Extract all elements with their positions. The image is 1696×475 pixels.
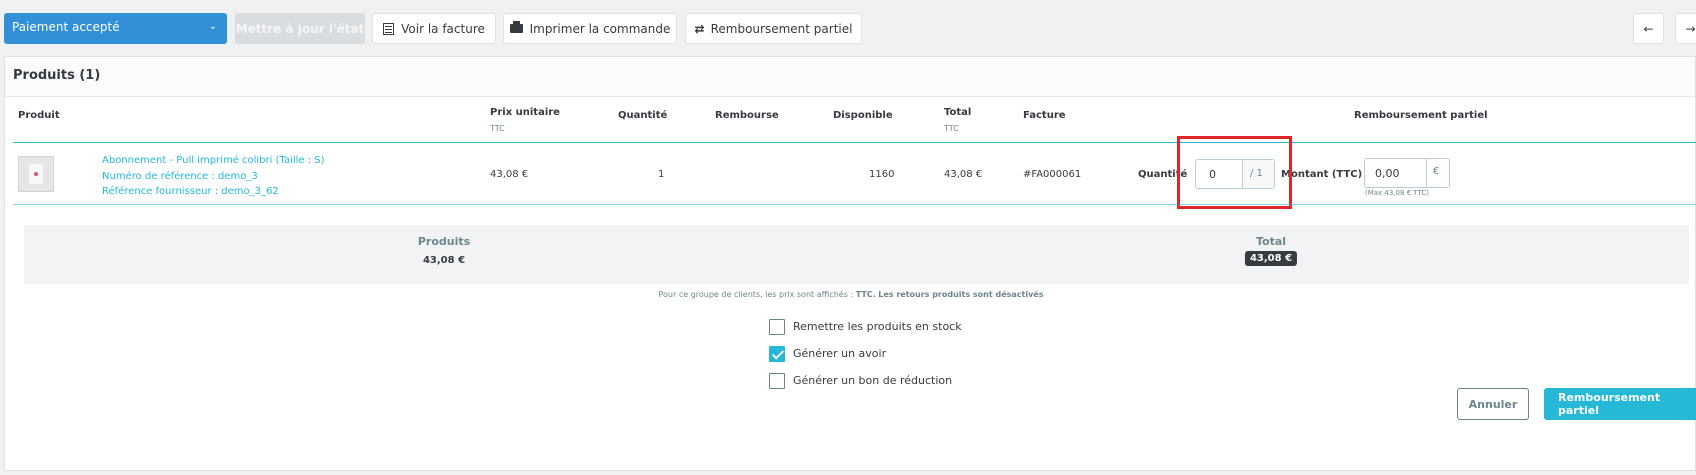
voucher-checkbox[interactable] bbox=[769, 372, 785, 389]
swap-icon: ⇄ bbox=[694, 21, 705, 36]
arrow-right-icon: → bbox=[1685, 21, 1696, 36]
partial-refund-submit-button[interactable]: Remboursement partiel bbox=[1544, 388, 1696, 420]
row-unit-price: 43,08 € bbox=[490, 169, 529, 180]
products-card-title: Produits (1) bbox=[5, 57, 1695, 97]
partial-refund-toolbar-button[interactable]: ⇄ Remboursement partiel bbox=[685, 13, 862, 44]
row-invoice: #FA000061 bbox=[1023, 169, 1082, 180]
restock-label: Remettre les produits en stock bbox=[793, 320, 962, 333]
document-icon bbox=[383, 22, 395, 35]
tax-note-prefix: Pour ce groupe de clients, les prix sont… bbox=[658, 290, 856, 299]
col-unit-price: Prix unitaire TTC bbox=[490, 107, 560, 133]
highlight-box bbox=[1177, 136, 1292, 209]
products-total-value: 43,08 € bbox=[422, 255, 466, 266]
option-voucher[interactable]: Générer un bon de réduction bbox=[769, 367, 962, 394]
status-select-value: Paiement accepté bbox=[12, 20, 120, 34]
option-credit-slip[interactable]: Générer un avoir bbox=[769, 340, 962, 367]
tax-note-returns: Les retours produits sont désactivés bbox=[878, 290, 1044, 299]
view-invoice-button[interactable]: Voir la facture bbox=[372, 13, 496, 44]
table-header-divider bbox=[13, 142, 1696, 143]
previous-order-button[interactable]: ← bbox=[1633, 13, 1664, 44]
partial-refund-toolbar-label: Remboursement partiel bbox=[710, 21, 853, 36]
refund-amount-input[interactable]: 0,00 € bbox=[1364, 158, 1450, 188]
update-state-button[interactable]: Mettre à jour l'état bbox=[235, 13, 365, 44]
chevron-down-icon: ⌄ bbox=[208, 21, 217, 32]
col-quantity: Quantité bbox=[618, 110, 668, 121]
col-total: Total TTC bbox=[944, 107, 972, 133]
voucher-label: Générer un bon de réduction bbox=[793, 374, 953, 387]
table-row-divider bbox=[13, 204, 1696, 205]
product-thumbnail[interactable] bbox=[18, 156, 54, 192]
restock-checkbox[interactable] bbox=[769, 318, 785, 335]
col-available: Disponible bbox=[833, 110, 893, 121]
order-status-select[interactable]: Paiement accepté ⌄ bbox=[4, 13, 227, 44]
update-state-label: Mettre à jour l'état bbox=[235, 21, 365, 36]
credit-slip-label: Générer un avoir bbox=[793, 347, 887, 360]
totals-panel: Produits 43,08 € Total 43,08 € bbox=[24, 225, 1689, 284]
printer-icon bbox=[509, 21, 523, 33]
col-invoice: Facture bbox=[1023, 110, 1066, 121]
tax-display-note: Pour ce groupe de clients, les prix sont… bbox=[5, 290, 1696, 299]
product-reference: Numéro de référence : demo_3 bbox=[102, 170, 258, 182]
option-restock[interactable]: Remettre les produits en stock bbox=[769, 313, 962, 340]
product-supplier-reference: Référence fournisseur : demo_3_62 bbox=[102, 186, 279, 197]
refund-amount-label: Montant (TTC) bbox=[1281, 169, 1363, 180]
row-total: 43,08 € bbox=[944, 169, 983, 180]
view-invoice-label: Voir la facture bbox=[401, 21, 485, 36]
print-order-button[interactable]: Imprimer la commande bbox=[503, 13, 677, 44]
print-order-label: Imprimer la commande bbox=[529, 21, 671, 36]
next-order-button[interactable]: → bbox=[1675, 13, 1696, 44]
tax-note-tax: TTC. bbox=[855, 290, 876, 299]
col-product: Produit bbox=[18, 110, 60, 121]
credit-slip-checkbox[interactable] bbox=[769, 345, 785, 362]
order-total-label: Total bbox=[1255, 235, 1287, 248]
refund-max-note: (Max 43,08 € TTC) bbox=[1365, 189, 1430, 197]
products-total-label: Produits bbox=[417, 235, 471, 248]
products-card: Produits (1) Produit Prix unitaire TTC Qu… bbox=[4, 56, 1696, 471]
order-total-badge: 43,08 € bbox=[1244, 251, 1298, 266]
product-info: Abonnement - Pull imprimé colibri (Taill… bbox=[102, 153, 325, 200]
refund-amount-value[interactable]: 0,00 bbox=[1365, 159, 1427, 187]
row-quantity: 1 bbox=[658, 169, 665, 180]
col-partial-refund: Remboursement partiel bbox=[1354, 110, 1488, 121]
cancel-button[interactable]: Annuler bbox=[1457, 388, 1529, 420]
arrow-left-icon: ← bbox=[1643, 21, 1654, 36]
order-toolbar: Paiement accepté ⌄ Mettre à jour l'état … bbox=[0, 0, 1696, 56]
product-name-link[interactable]: Abonnement - Pull imprimé colibri (Taill… bbox=[102, 153, 325, 169]
col-refunded: Rembourse bbox=[715, 110, 779, 121]
refund-options: Remettre les produits en stock Générer u… bbox=[769, 313, 962, 394]
row-available: 1160 bbox=[869, 169, 895, 180]
currency-addon: € bbox=[1433, 166, 1440, 177]
